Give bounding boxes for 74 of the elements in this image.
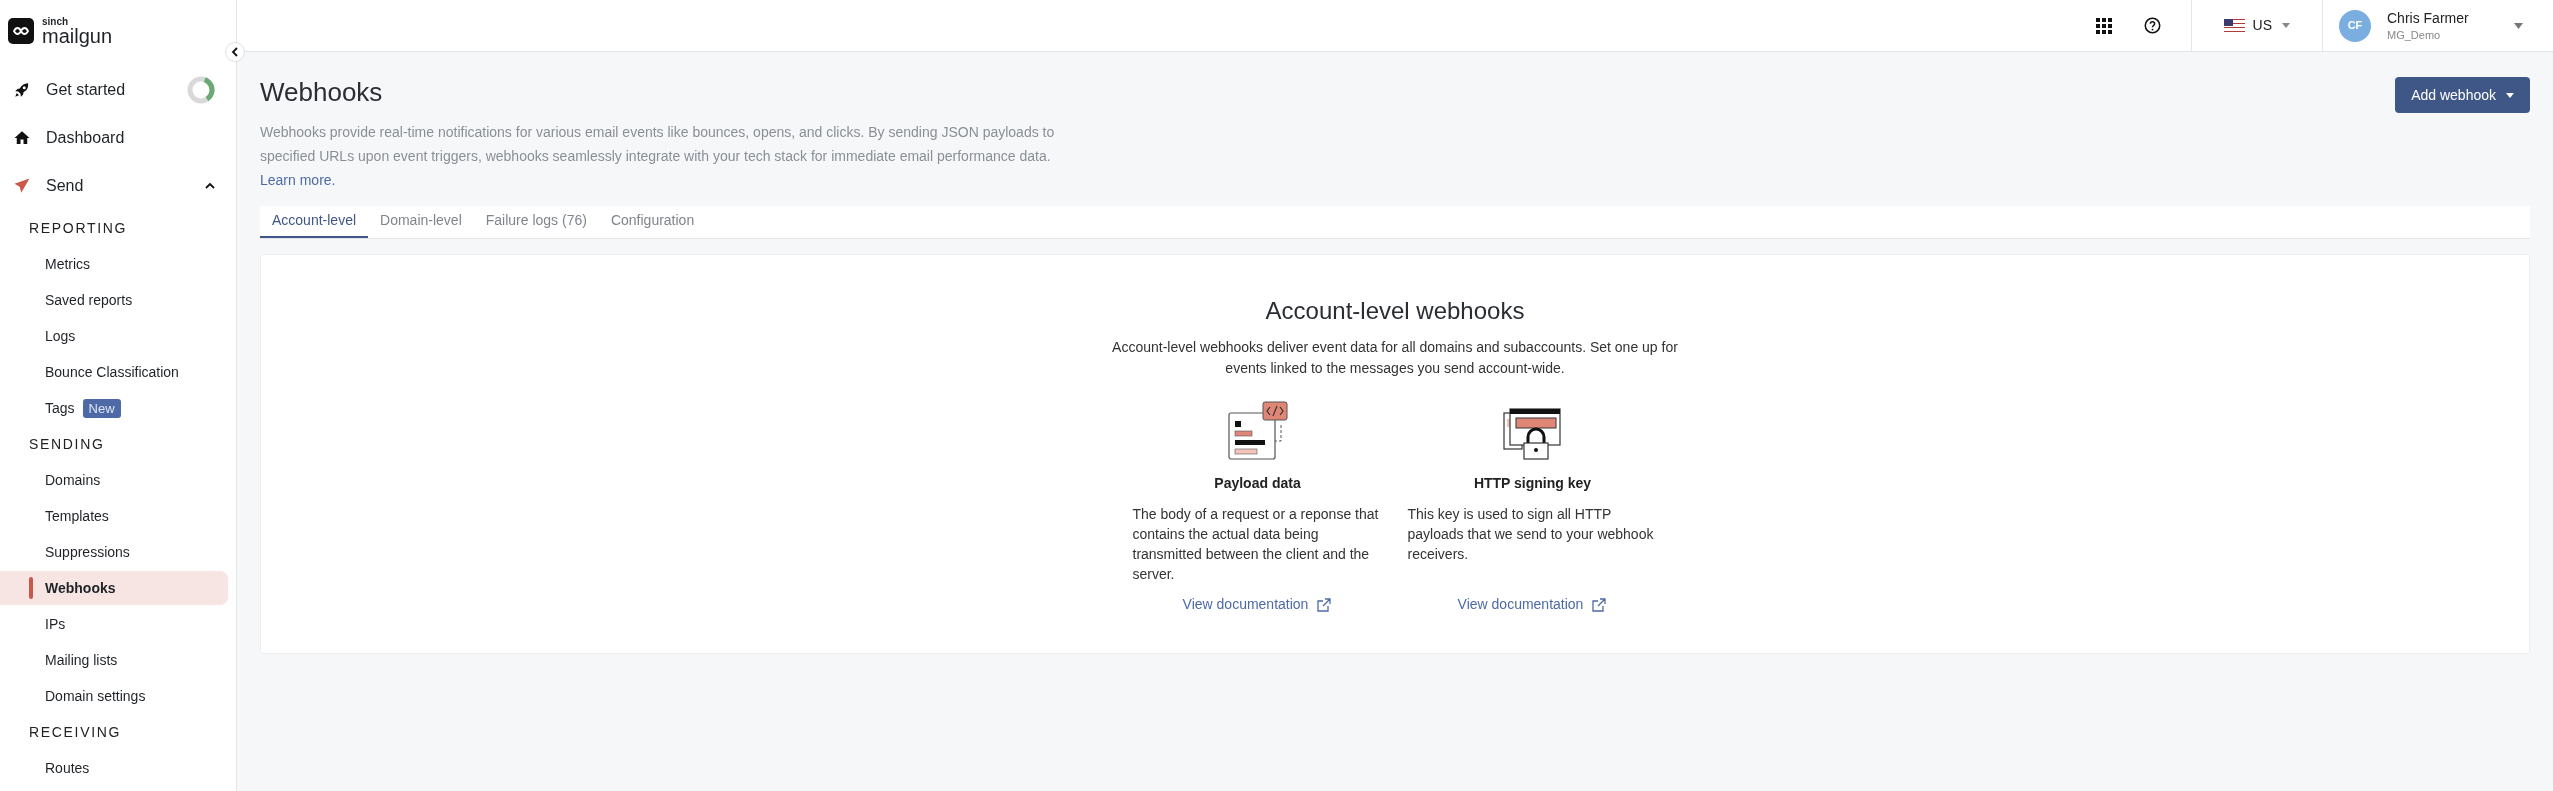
- nav-subitem[interactable]: Tags New: [0, 391, 228, 425]
- brand-name: mailgun: [42, 25, 113, 46]
- view-documentation-link[interactable]: View documentation: [1457, 584, 1608, 615]
- external-link-icon: [1316, 596, 1333, 613]
- feature-description: The body of a request or a reponse that contains the actual data being transmitted between the client and the server.: [1132, 505, 1380, 584]
- apps-grid-button[interactable]: [2093, 15, 2114, 36]
- nav-subitem[interactable]: Saved reports: [0, 283, 228, 317]
- tab[interactable]: Domain-level: [368, 205, 474, 238]
- nav-subitem[interactable]: Mailing lists: [0, 643, 228, 677]
- nav-subitem[interactable]: Webhooks: [0, 571, 228, 605]
- feature-title: HTTP signing key: [1472, 474, 1593, 493]
- grid-icon: [2095, 17, 2112, 34]
- section-heading: REPORTING: [29, 218, 128, 238]
- nav-subitem-label: Suppressions: [45, 542, 130, 562]
- caret-icon: [2282, 23, 2290, 28]
- nav-subitem-label: Metrics: [45, 254, 91, 274]
- nav-subitem-label: Bounce Classification: [45, 362, 179, 382]
- nav-subitem-label: Templates: [45, 506, 109, 526]
- nav-subitem-label: Webhooks: [45, 578, 116, 598]
- nav-link[interactable]: Send: [46, 174, 204, 198]
- nav-subitem-label: Saved reports: [45, 290, 133, 310]
- logo-icon: [8, 18, 34, 44]
- tab[interactable]: Configuration: [598, 205, 707, 238]
- nav-subitem-label: Mailing lists: [45, 650, 118, 670]
- nav-link[interactable]: Get started: [46, 78, 186, 102]
- caret-icon: [2506, 92, 2514, 98]
- tab[interactable]: Account-level: [260, 205, 369, 238]
- account-name: MG_Demo: [2387, 27, 2442, 43]
- nav-subitem-label: IPs: [45, 614, 66, 634]
- nav-subitem-label: Routes: [45, 758, 90, 778]
- nav-subitem[interactable]: Domain settings: [0, 679, 228, 713]
- nav-subitem[interactable]: Bounce Classification: [0, 355, 228, 389]
- paper-plane-icon: [13, 177, 31, 195]
- feature-description: This key is used to sign all HTTP payloads that we send to your webhook receivers.: [1407, 505, 1655, 564]
- nav-subitem[interactable]: Domains: [0, 463, 228, 497]
- region-selector[interactable]: US: [2191, 0, 2323, 51]
- nav-subitem[interactable]: Metrics: [0, 247, 228, 281]
- home-icon: [13, 129, 31, 147]
- panel-description: Account-level webhooks deliver event data for all domains and subaccounts. Set one up for events linked to the messages you send account-wide.: [1111, 338, 1679, 378]
- progress-ring: [186, 75, 216, 105]
- nav-subitem-label: Tags: [45, 398, 75, 418]
- document-code-icon: [1226, 401, 1289, 461]
- nav-subitem-label: Domains: [45, 470, 101, 490]
- add-webhook-button[interactable]: Add webhook: [2395, 77, 2530, 113]
- chevron-left-icon: [231, 47, 239, 57]
- page-title: Webhooks: [260, 76, 384, 109]
- tab[interactable]: Failure logs (76): [473, 205, 599, 238]
- section-heading: SENDING: [29, 434, 105, 454]
- new-badge: New: [82, 398, 121, 418]
- nav-link[interactable]: Dashboard: [46, 126, 216, 150]
- rocket-icon: [13, 81, 31, 99]
- brand-small: sinch: [42, 16, 70, 27]
- nav-subitem[interactable]: Suppressions: [0, 535, 228, 569]
- nav-subitem[interactable]: IPs: [0, 607, 228, 641]
- view-documentation-link[interactable]: View documentation: [1182, 584, 1333, 615]
- nav-subitem[interactable]: Templates: [0, 499, 228, 533]
- learn-more-link[interactable]: Learn more.: [260, 168, 336, 192]
- nav-subitem-label: Domain settings: [45, 686, 146, 706]
- nav-subitem-label: Logs: [45, 326, 76, 346]
- user-name: Chris Farmer: [2387, 8, 2470, 27]
- nav-subitem[interactable]: Routes: [0, 751, 228, 785]
- feature-title: Payload data: [1213, 474, 1302, 493]
- help-button[interactable]: [2141, 15, 2163, 36]
- user-menu[interactable]: CF Chris Farmer MG_Demo: [2323, 0, 2553, 51]
- help-icon: [2143, 17, 2161, 34]
- panel-title: Account-level webhooks: [1265, 296, 1525, 326]
- page-description: Webhooks provide real-time notifications for various email events like bounces, opens, and clicks. By sending JSON payloads to specified URLs upon event triggers, webhooks seamlessly integrate with your tech stack for immediate email performance data.: [260, 123, 1056, 166]
- external-link-icon: [1591, 596, 1608, 613]
- collapse-button[interactable]: [225, 42, 245, 62]
- caret-icon: [2514, 22, 2523, 29]
- section-heading: RECEIVING: [29, 722, 122, 742]
- avatar: CF: [2339, 9, 2371, 42]
- flag-icon: [2223, 19, 2245, 32]
- nav-subitem[interactable]: Logs: [0, 319, 228, 353]
